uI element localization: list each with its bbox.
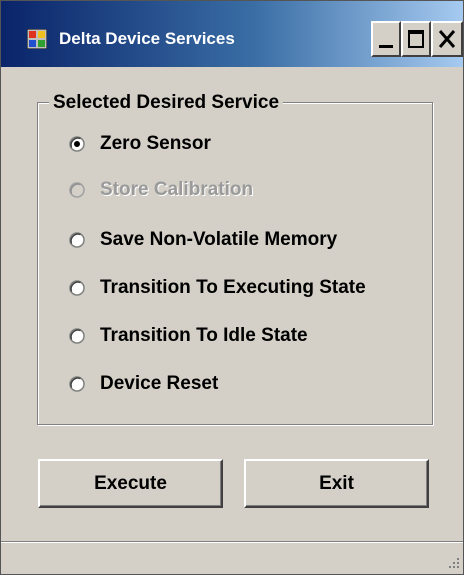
radio-label: Save Non-Volatile Memory: [100, 229, 338, 250]
resize-grip-icon[interactable]: [445, 554, 461, 570]
radio-unchecked-icon: [69, 328, 85, 344]
status-separator: [1, 541, 463, 543]
dialog-window: Delta Device Services Selected Desired S…: [0, 0, 464, 575]
minimize-button[interactable]: [371, 21, 401, 57]
radio-unchecked-icon: [69, 232, 85, 248]
radio-unchecked-icon: [69, 280, 85, 296]
radio-label: Transition To Idle State: [100, 325, 308, 346]
window-title: Delta Device Services: [59, 29, 235, 48]
radio-disabled-icon: [69, 182, 85, 198]
radio-label: Store Calibration: [100, 179, 254, 200]
execute-button[interactable]: Execute: [38, 459, 223, 508]
groupbox-caption: Selected Desired Service: [49, 91, 284, 115]
service-groupbox: [37, 102, 433, 425]
radio-checked-icon: [69, 136, 85, 152]
close-icon: [438, 30, 456, 48]
radio-label: Zero Sensor: [100, 133, 211, 154]
exit-button[interactable]: Exit: [244, 459, 429, 508]
maximize-button[interactable]: [401, 21, 431, 57]
application-icon[interactable]: [26, 28, 48, 50]
radio-label: Device Reset: [100, 373, 219, 394]
close-button[interactable]: [431, 21, 463, 57]
radio-label: Transition To Executing State: [100, 277, 366, 298]
title-bar[interactable]: Delta Device Services: [1, 1, 463, 67]
radio-unchecked-icon: [69, 376, 85, 392]
minimize-icon: [379, 45, 393, 48]
maximize-icon: [408, 30, 424, 48]
